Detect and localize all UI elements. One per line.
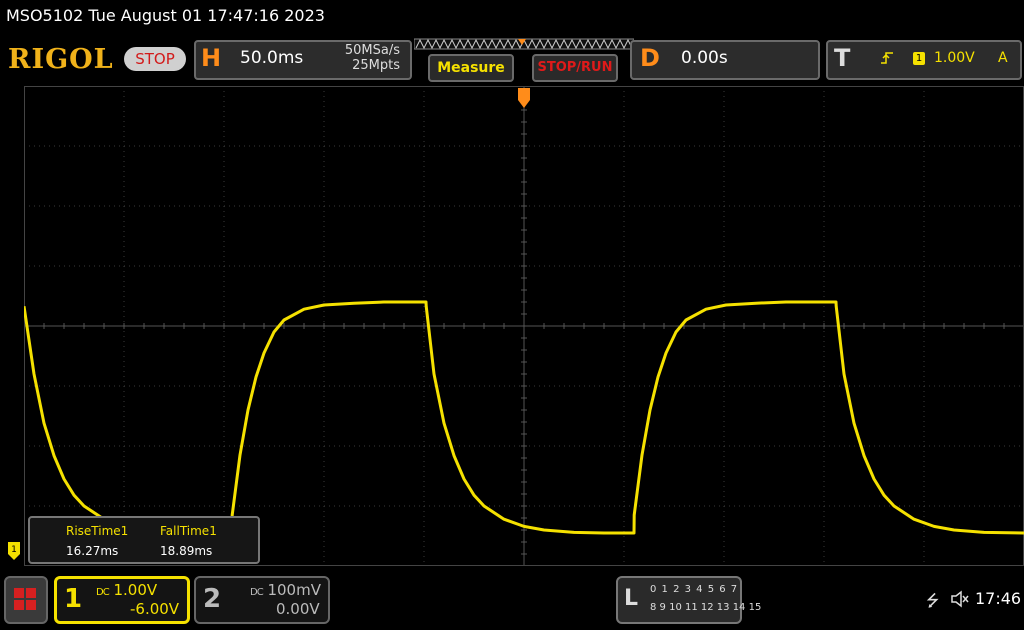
rigol-logo: RIGOL (8, 44, 114, 75)
waveform-display[interactable] (24, 86, 1024, 566)
clock: 17:46 (975, 589, 1022, 608)
rise-time-value: 16.27ms (66, 544, 119, 558)
grid-menu-icon (14, 588, 36, 610)
trigger-source-badge: 1 (913, 52, 925, 65)
measure-button[interactable]: Measure (428, 54, 514, 82)
delay-letter: D (640, 44, 660, 72)
fall-time-value: 18.89ms (160, 544, 213, 558)
run-state-badge[interactable]: STOP (124, 47, 186, 71)
channel-1-number: 1 (64, 584, 83, 614)
horizontal-letter: H (201, 44, 222, 72)
trigger-position-marker (518, 88, 530, 108)
trigger-mode: A (998, 50, 1008, 66)
ground-marker-label: 1 (11, 545, 17, 555)
digital-channels-row-1: 0 1 2 3 4 5 6 7 (650, 584, 739, 595)
dc-coupling-icon: DC (250, 587, 264, 598)
fall-time-label: FallTime1 (160, 524, 217, 538)
channel-2-scale-value: 100mV (267, 581, 321, 599)
channel-1-offset: -6.00V (130, 600, 180, 618)
memory-position-bar[interactable] (414, 38, 634, 50)
sample-rate-block: 50MSa/s 25Mpts (330, 43, 400, 73)
speaker-muted-icon[interactable] (950, 590, 970, 608)
dc-coupling-icon: DC (96, 587, 110, 598)
channel-1-scale: DC 1.00V (96, 581, 157, 599)
channel-2-offset: 0.00V (276, 600, 320, 618)
channel-1-scale-value: 1.00V (113, 581, 158, 599)
device-title: MSO5102 Tue August 01 17:47:16 2023 (6, 6, 325, 25)
channel-2-number: 2 (203, 584, 222, 614)
graticule (24, 86, 1024, 566)
rising-edge-icon (881, 52, 893, 64)
usb-icon: ⭍ (926, 591, 940, 610)
trigger-letter: T (834, 44, 851, 72)
stop-run-button[interactable]: STOP/RUN (532, 54, 618, 82)
delay-value: 0.00s (681, 48, 728, 68)
timebase-value: 50.0ms (240, 48, 304, 68)
digital-channels-row-2: 8 9 10 11 12 13 14 15 (650, 602, 762, 613)
sample-rate: 50MSa/s (344, 43, 400, 58)
trigger-level: 1.00V (934, 50, 975, 66)
logic-analyzer-letter: L (624, 586, 639, 611)
channel-2-scale: DC 100mV (250, 581, 321, 599)
memory-depth: 25Mpts (352, 58, 400, 73)
measurement-panel[interactable] (28, 516, 260, 564)
rise-time-label: RiseTime1 (66, 524, 129, 538)
channel-1-ground-marker[interactable]: 1 (8, 542, 20, 560)
